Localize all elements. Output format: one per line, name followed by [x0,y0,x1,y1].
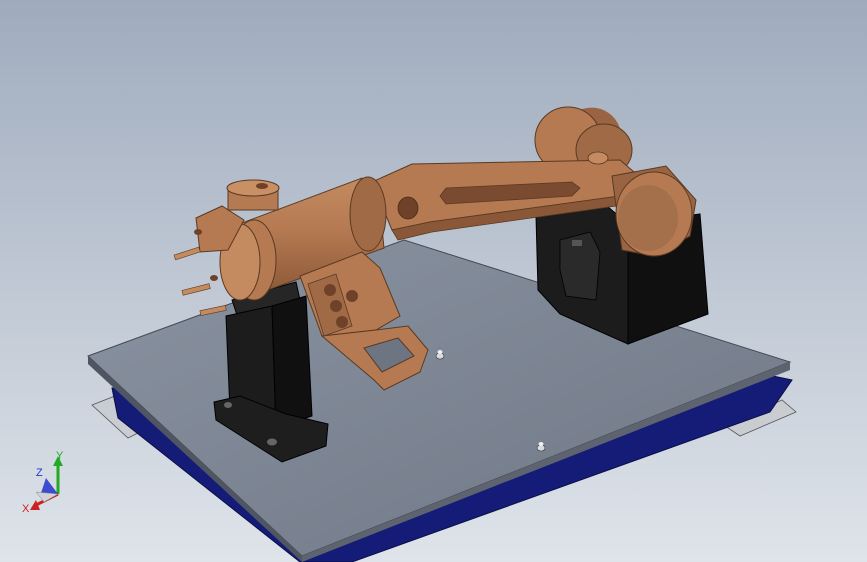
flange-bolt-hole [267,438,277,446]
right-pedestal-bolt-hole [572,240,582,246]
arm-hole [397,196,419,220]
model-canvas[interactable]: Y Z X [0,0,867,562]
flange-bolt-hole [224,402,232,408]
cad-graphics-viewport[interactable]: Y Z X [0,0,867,562]
axis-x-label: X [22,503,30,515]
axis-z-label: Z [36,467,43,479]
link-pin [587,151,609,165]
axis-y-label: Y [56,450,64,462]
left-pedestal-side [271,295,313,429]
